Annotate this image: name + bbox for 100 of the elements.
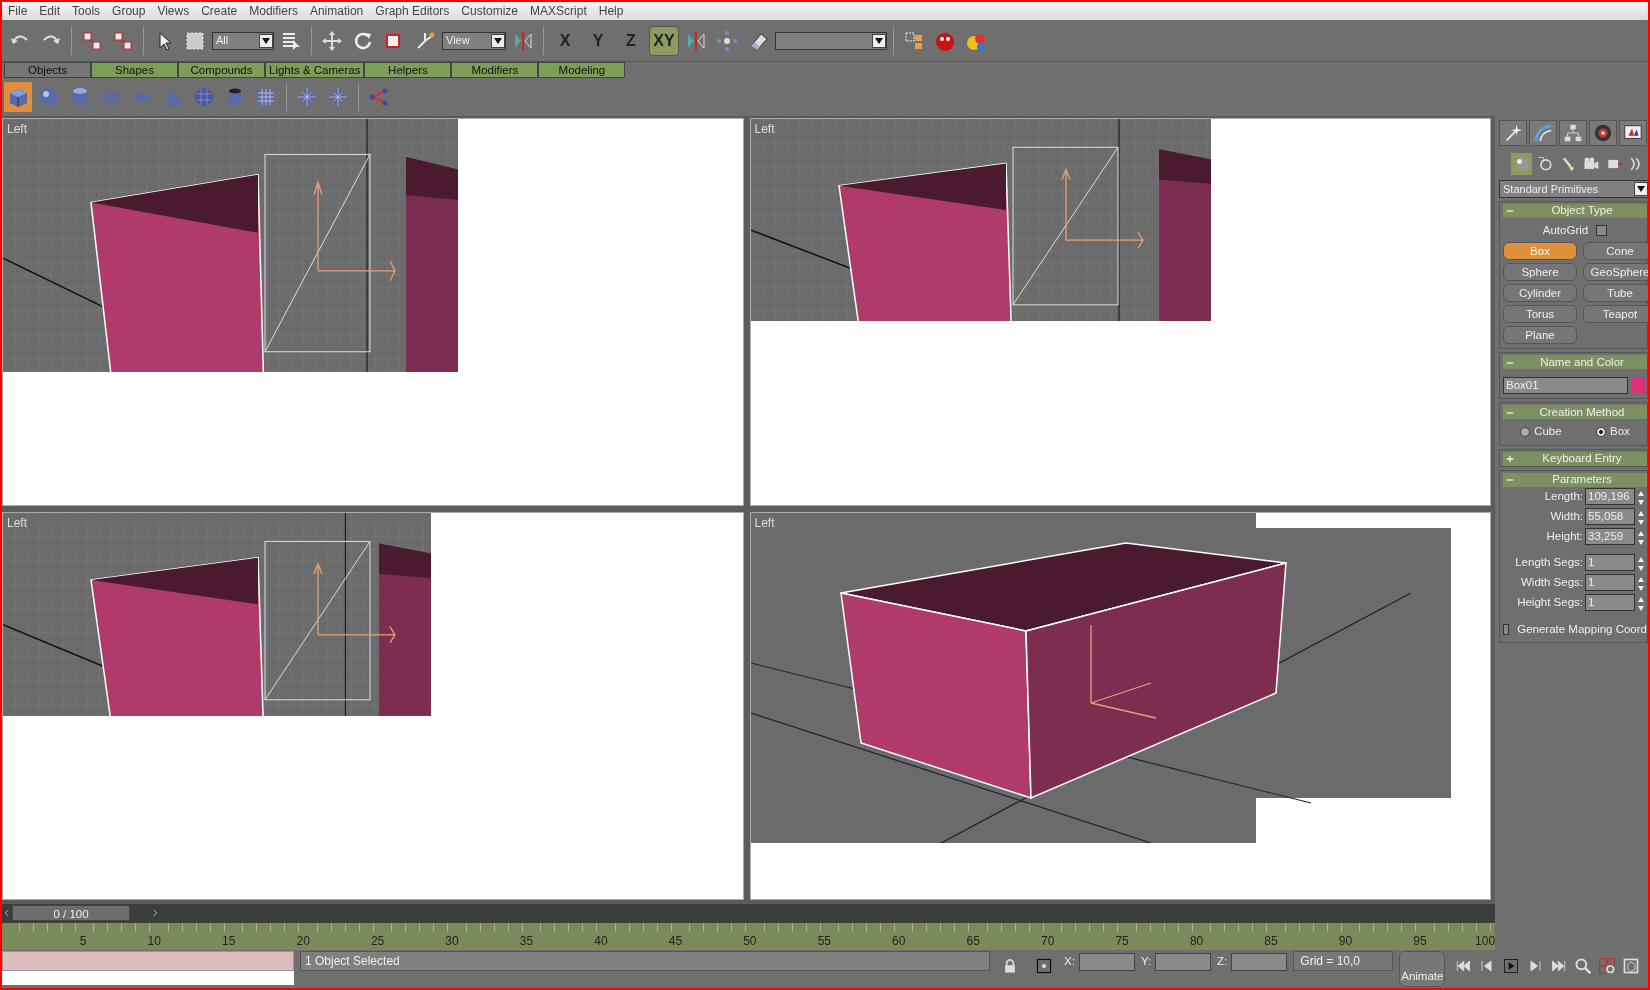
- color-swatch[interactable]: [1632, 377, 1646, 395]
- coordinate-label: X:: [1064, 954, 1075, 970]
- primitive-button[interactable]: Torus: [1503, 305, 1577, 324]
- selection-status: 1 Object Selected: [300, 951, 990, 971]
- menu-item[interactable]: Help: [592, 2, 630, 20]
- create-tab-icon[interactable]: [1499, 120, 1527, 146]
- coordinate-field[interactable]: [1231, 953, 1288, 971]
- coordinate-label: Y:: [1140, 954, 1152, 970]
- frame-number: 60: [892, 933, 906, 950]
- frame-number: 85: [1264, 933, 1278, 950]
- frame-number: 40: [594, 933, 608, 950]
- viewport-label[interactable]: Left: [754, 514, 775, 532]
- rollout-header[interactable]: Name and Color: [1503, 355, 1647, 370]
- tab[interactable]: Compounds: [178, 62, 265, 78]
- menu-item[interactable]: Graph Editors: [369, 2, 456, 20]
- rollout-header[interactable]: Parameters: [1503, 472, 1647, 487]
- axis-constraint-button[interactable]: Y: [583, 25, 613, 56]
- rollout-header[interactable]: Object Type: [1503, 204, 1647, 218]
- maxscript-input-field[interactable]: [2, 971, 294, 985]
- display-tab-icon[interactable]: [1619, 120, 1647, 146]
- rollout-header[interactable]: Keyboard Entry: [1503, 451, 1647, 466]
- tab[interactable]: Lights & Cameras: [265, 62, 365, 78]
- frame-number: 15: [222, 933, 236, 950]
- grid-size-text: Grid = 10,0: [1293, 951, 1394, 971]
- menu-item[interactable]: Create: [195, 2, 244, 20]
- primitive-button[interactable]: Sphere: [1503, 263, 1577, 282]
- tab[interactable]: Modifiers: [451, 62, 539, 78]
- hierarchy-tab-icon[interactable]: [1559, 120, 1587, 146]
- viewport-label[interactable]: Left: [754, 120, 775, 138]
- named-selection-dropdown[interactable]: [775, 31, 887, 50]
- frame-number: 70: [1041, 933, 1055, 950]
- radio-button[interactable]: [1596, 426, 1606, 437]
- box-icon[interactable]: [4, 82, 32, 112]
- menu-item[interactable]: File: [2, 2, 34, 20]
- parameter-label: Height Segs:: [1517, 594, 1583, 610]
- parameter-label: Width:: [1550, 508, 1583, 524]
- primitive-button[interactable]: Teapot: [1583, 305, 1648, 324]
- modify-tab-icon[interactable]: [1529, 120, 1557, 146]
- viewport-label[interactable]: Left: [7, 120, 27, 138]
- tab[interactable]: Modeling: [538, 62, 626, 78]
- caret-icon[interactable]: [259, 33, 273, 48]
- menu-item[interactable]: MAXScript: [524, 2, 593, 20]
- viewport[interactable]: Left: [2, 512, 744, 900]
- parameter-field[interactable]: 1: [1585, 554, 1635, 571]
- menu-item[interactable]: Animation: [303, 2, 370, 20]
- menu-item[interactable]: Group: [106, 2, 152, 20]
- primitive-button[interactable]: Cone: [1583, 242, 1648, 261]
- frame-number: 25: [370, 933, 385, 950]
- parameter-field[interactable]: 1: [1585, 594, 1635, 611]
- menu-item[interactable]: Modifiers: [243, 2, 304, 20]
- frame-number: 80: [1189, 933, 1204, 950]
- primitive-button[interactable]: Cylinder: [1503, 284, 1577, 303]
- radio-button[interactable]: [1520, 426, 1531, 437]
- name-field[interactable]: Box01: [1503, 377, 1628, 395]
- reference-coordinate-dropdown[interactable]: View: [442, 31, 506, 50]
- frame-number: 75: [1115, 933, 1129, 950]
- viewport[interactable]: Left: [749, 512, 1491, 900]
- frame-number: 45: [668, 933, 683, 950]
- viewport[interactable]: Left: [2, 118, 744, 506]
- frame-number: 95: [1413, 933, 1427, 950]
- checkbox-label: AutoGrid: [1542, 223, 1589, 238]
- checkbox[interactable]: [1596, 225, 1608, 237]
- tab[interactable]: Shapes: [91, 62, 178, 78]
- category-dropdown[interactable]: Standard Primitives: [1499, 180, 1648, 198]
- frame-number: 100: [1475, 933, 1496, 950]
- menu-item[interactable]: Edit: [33, 2, 67, 20]
- caret-icon[interactable]: [1634, 182, 1648, 196]
- parameter-field[interactable]: 1: [1585, 574, 1635, 591]
- caret-icon[interactable]: [872, 33, 886, 48]
- radio-label: Box: [1610, 424, 1630, 440]
- primitive-button[interactable]: Plane: [1503, 326, 1577, 345]
- parameter-label: Length Segs:: [1515, 554, 1583, 570]
- checkbox[interactable]: [1503, 623, 1510, 635]
- tab[interactable]: Helpers: [364, 62, 452, 78]
- rollout-header[interactable]: Creation Method: [1503, 405, 1647, 420]
- selection-filter-dropdown[interactable]: All: [212, 31, 274, 50]
- tab[interactable]: Objects: [4, 62, 91, 78]
- primitive-button[interactable]: Box: [1503, 242, 1577, 261]
- menu-item[interactable]: Tools: [66, 2, 107, 20]
- parameter-field[interactable]: 55,058: [1585, 508, 1635, 525]
- menu-item[interactable]: Customize: [455, 2, 525, 20]
- coordinate-field[interactable]: [1078, 953, 1135, 971]
- maxscript-listener-field[interactable]: [2, 951, 294, 971]
- coordinate-field[interactable]: [1155, 953, 1212, 971]
- frame-number: 90: [1338, 933, 1353, 950]
- parameter-field[interactable]: 33,259: [1585, 528, 1635, 545]
- axis-constraint-button[interactable]: XY: [649, 25, 679, 56]
- menu-item[interactable]: Views: [151, 2, 196, 20]
- axis-constraint-button[interactable]: Z: [616, 25, 646, 56]
- animate-button[interactable]: Animate: [1399, 951, 1446, 987]
- viewport-label[interactable]: Left: [7, 514, 27, 532]
- axis-constraint-button[interactable]: X: [550, 25, 580, 56]
- caret-icon[interactable]: [491, 33, 505, 48]
- timeline-track[interactable]: 5 10 15 20 25 30 35 40 45 50 55 60 65 70 75 80 85 90 95 100: [2, 922, 1495, 950]
- geometry-icon[interactable]: [1511, 153, 1533, 175]
- time-slider-thumb[interactable]: 0 / 100: [12, 905, 130, 921]
- parameter-label: Length:: [1544, 488, 1583, 504]
- parameter-field[interactable]: 109,196: [1585, 488, 1635, 505]
- primitive-button[interactable]: Tube: [1583, 284, 1648, 303]
- viewport[interactable]: Left: [749, 118, 1491, 506]
